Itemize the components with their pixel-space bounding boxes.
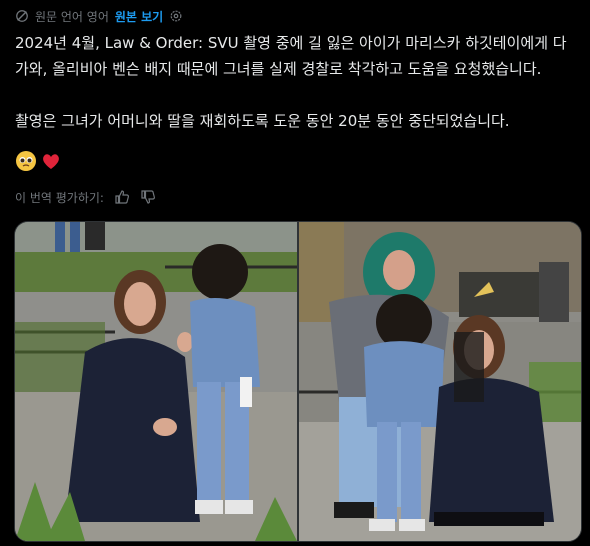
- photo-right-image: [299, 222, 581, 541]
- translation-source-label: 원문 언어 영어: [35, 9, 109, 24]
- photo-left[interactable]: [15, 222, 297, 541]
- photo-right[interactable]: [299, 222, 581, 541]
- thumbs-up-icon[interactable]: [114, 189, 130, 205]
- thumbs-down-icon[interactable]: [140, 189, 156, 205]
- translation-bar: 원문 언어 영어 원본 보기: [15, 7, 183, 25]
- post-paragraph-1: 2024년 4월, Law & Order: SVU 촬영 중에 길 잃은 아이…: [15, 34, 567, 78]
- gear-icon[interactable]: [169, 9, 183, 23]
- media-gallery: [14, 221, 582, 542]
- translate-icon: [16, 10, 28, 22]
- pleading-face-emoji: [16, 151, 36, 171]
- show-original-link[interactable]: 원본 보기: [115, 8, 163, 25]
- post-paragraph-2: 촬영은 그녀가 어머니와 딸을 재회하도록 도운 동안 20분 동안 중단되었습…: [15, 112, 510, 130]
- rate-translation-label: 이 번역 평가하기:: [15, 190, 104, 205]
- emoji-row: [15, 150, 62, 172]
- red-heart-emoji: [43, 154, 59, 169]
- post-text: 2024년 4월, Law & Order: SVU 촬영 중에 길 잃은 아이…: [15, 30, 580, 134]
- rate-translation-bar: 이 번역 평가하기:: [15, 187, 156, 207]
- photo-left-image: [15, 222, 297, 541]
